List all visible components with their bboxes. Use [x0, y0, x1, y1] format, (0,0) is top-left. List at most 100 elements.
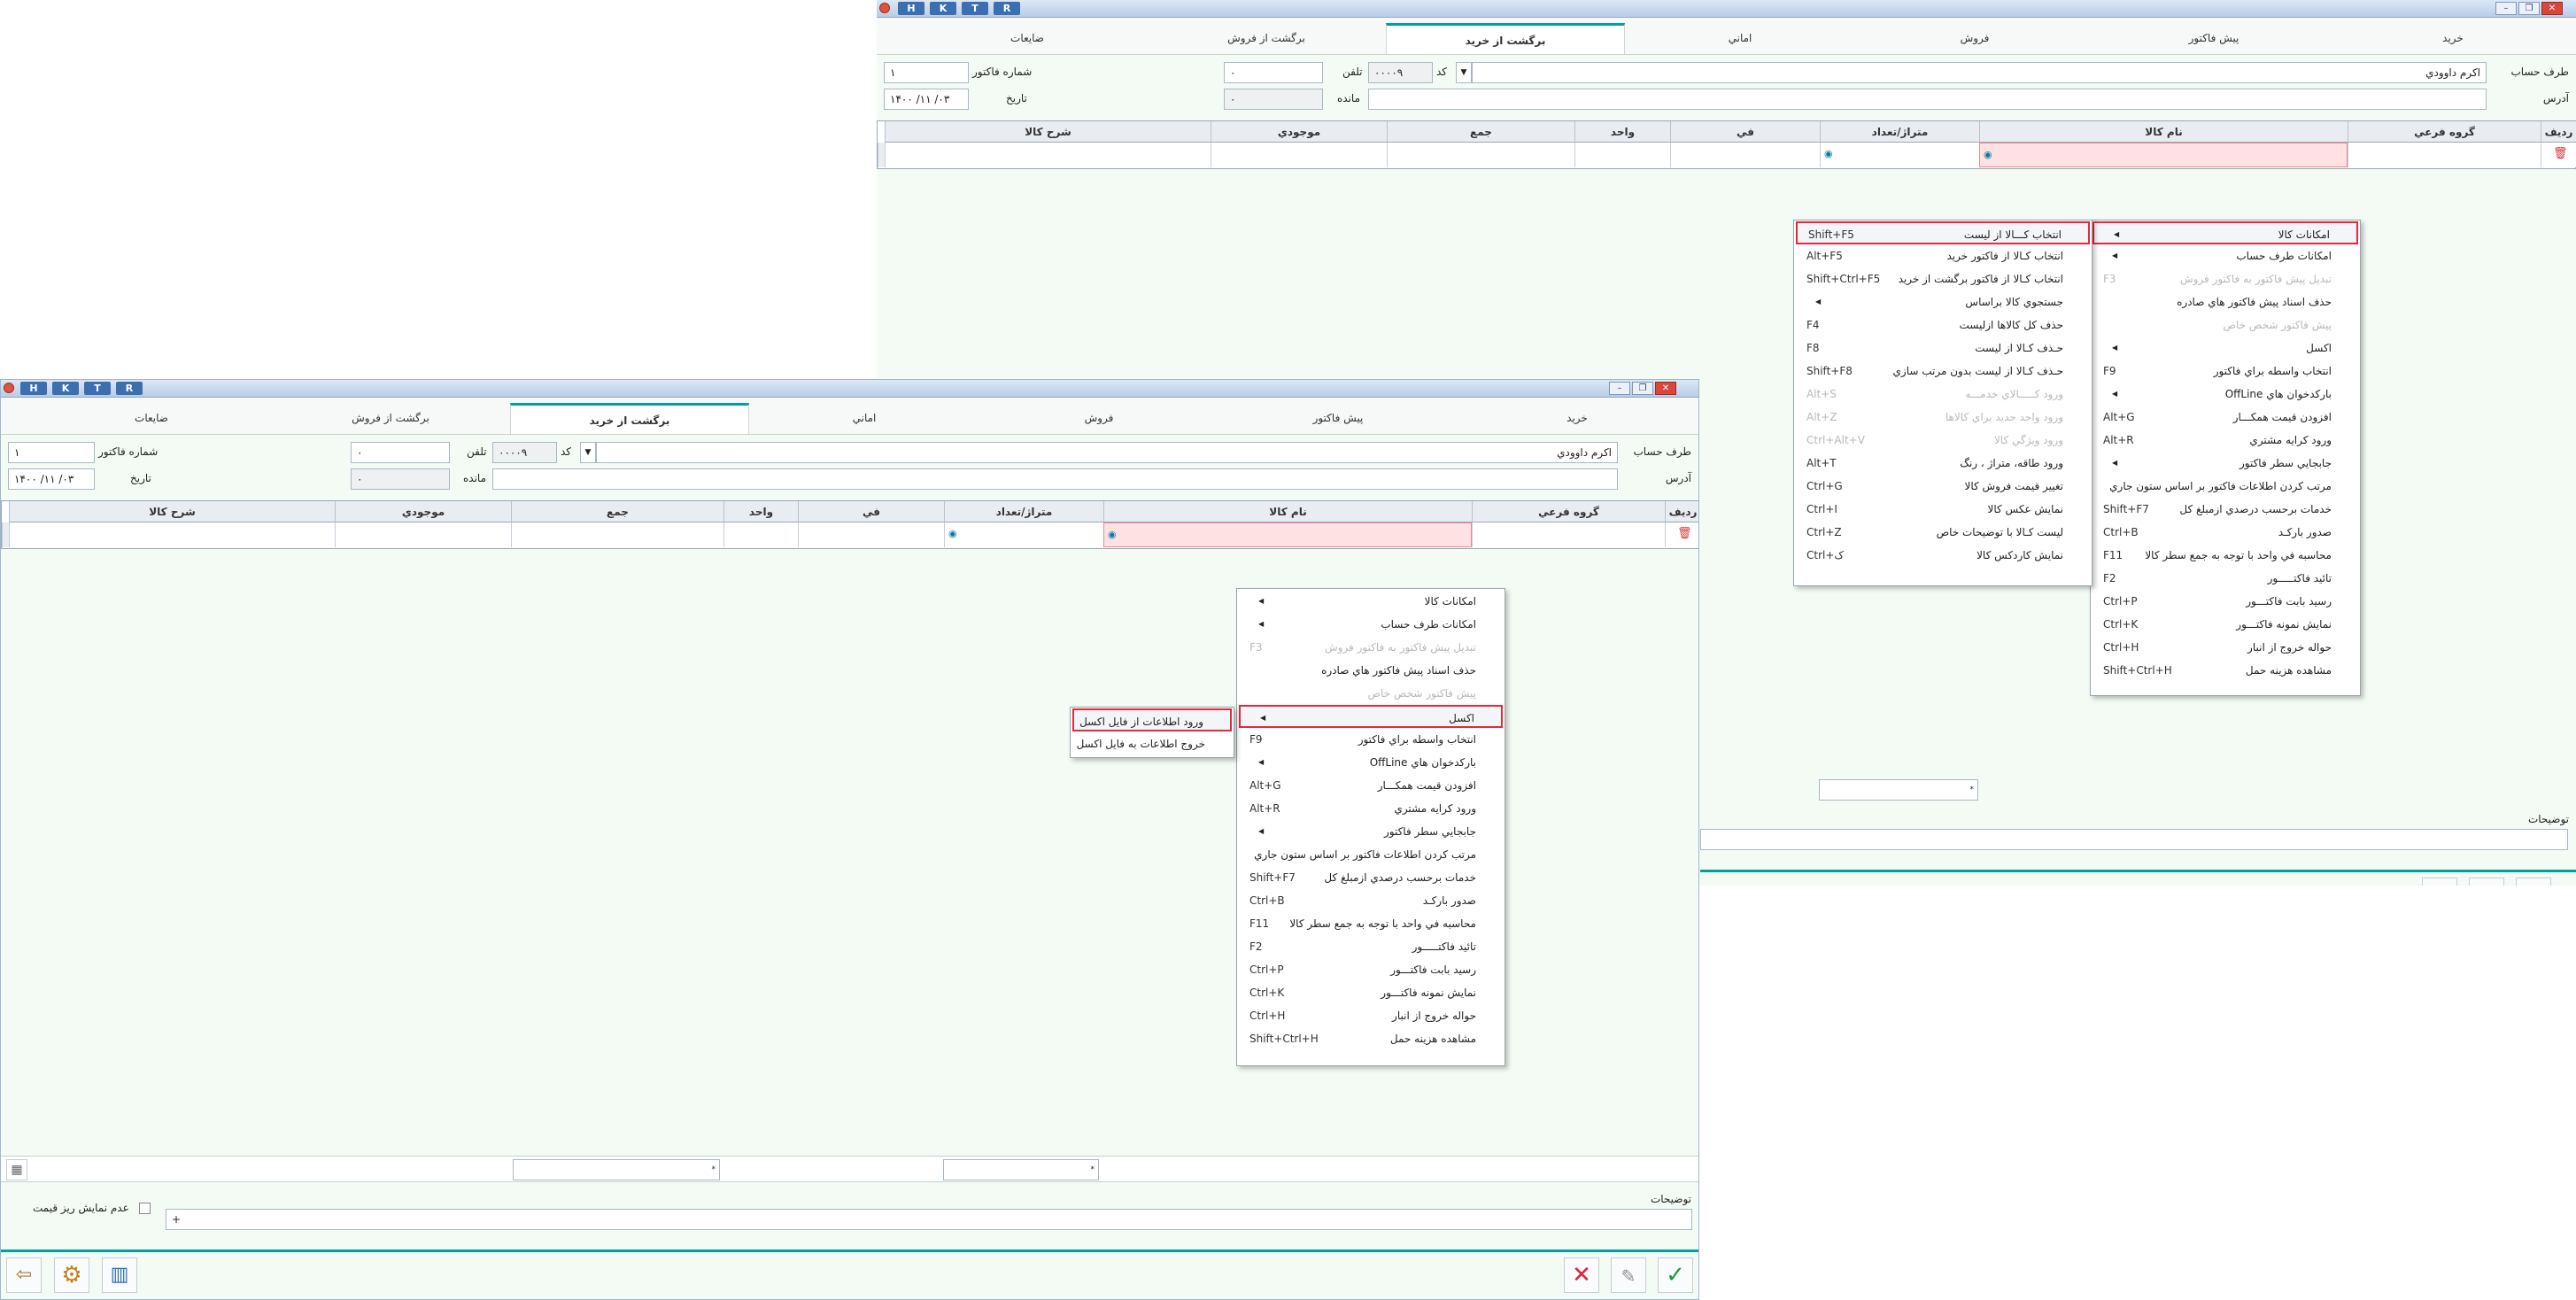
combo-box-right[interactable]: * [943, 1159, 1099, 1180]
tab-sales[interactable]: فروش [1855, 23, 2094, 54]
context-menu-item[interactable]: حذف اسناد پيش فاکتور هاي صادره [1239, 659, 1503, 682]
address-input[interactable] [492, 468, 1618, 490]
tab-sales-return[interactable]: برگشت از فروش [1147, 23, 1386, 54]
code-input[interactable]: ۰۰۰۰۹ [1368, 62, 1433, 83]
goods-menu-item[interactable]: ليست کـالا با توضيحات خاص Ctrl+Z [1796, 521, 2090, 544]
context-menu-item[interactable]: نمايش نمونه فاکتـــور Ctrl+K [2093, 613, 2358, 636]
context-menu-item[interactable]: محاسبه في واحد با توجه به جمع سطر کالا F1… [1239, 912, 1503, 935]
product-cell[interactable]: ◉ [1103, 522, 1472, 547]
context-menu-item[interactable]: اکسل ◀ [1239, 705, 1503, 728]
context-menu-item[interactable]: امکانات کالا ◀ [1239, 590, 1503, 613]
tab-proforma[interactable]: پيش فاکتور [1218, 403, 1458, 434]
minimize-icon[interactable]: – [2495, 2, 2517, 15]
combo-box-left[interactable]: * [513, 1159, 720, 1180]
goods-menu-item[interactable]: تغيير قيمت فروش کالا Ctrl+G [1796, 475, 2090, 498]
goods-menu-item[interactable]: حـذف کـالا از ليست بدون مرتب سازي Shift+F… [1796, 360, 2090, 383]
tab-purchase[interactable]: خريد [2333, 23, 2572, 54]
context-menu-item[interactable]: خدمات برحسب درصدي ازمبلغ کل Shift+F7 [1239, 866, 1503, 889]
goods-menu-item[interactable]: جستجوي کالا براساس ◀ [1796, 290, 2090, 313]
context-menu-item[interactable]: محاسبه في واحد با توجه به جمع سطر کالا F1… [2093, 544, 2358, 567]
restore-icon[interactable]: ❐ [2518, 2, 2540, 15]
tab-consignment[interactable]: اماني [1625, 23, 1855, 54]
notes-input[interactable] [1700, 829, 2568, 850]
tab-purchase-return[interactable]: برگشت از خريد [1386, 23, 1625, 54]
account-dropdown-icon[interactable]: ▼ [1456, 62, 1472, 83]
context-menu-item[interactable]: افزودن قيمت همکـــار Alt+G [2093, 406, 2358, 429]
excel-menu-item[interactable]: خروج اطلاعات به فايل اکسل [1072, 732, 1232, 755]
close-button[interactable]: ✕ [2541, 2, 2563, 15]
titlebar-button-k[interactable]: K [52, 382, 79, 395]
window-close-icon[interactable] [4, 383, 14, 393]
close-button[interactable]: ✕ [1655, 382, 1676, 395]
exit-icon[interactable]: ⇦ [6, 1257, 42, 1293]
lookup-eye-icon[interactable]: ◉ [948, 528, 957, 539]
phone-input[interactable]: ۰ [351, 442, 450, 463]
context-menu-item[interactable]: صدور بارکـد Ctrl+B [2093, 521, 2358, 544]
settings-gear-icon[interactable]: ⚙ [54, 1257, 89, 1293]
context-menu-item[interactable]: امکانات کالا ◀ [2093, 221, 2358, 244]
report-chart-icon[interactable]: ▥ [102, 1257, 137, 1293]
context-menu-item[interactable]: بارکدخوان هاي OffLine ◀ [1239, 751, 1503, 774]
excel-menu-item[interactable]: ورود اطلاعات از فايل اکسل [1072, 708, 1232, 731]
code-input[interactable]: ۰۰۰۰۹ [492, 442, 557, 463]
titlebar-button-r[interactable]: R [116, 382, 143, 395]
tab-waste[interactable]: ضايعات [32, 403, 271, 434]
context-menu-item[interactable]: نمايش نمونه فاکتـــور Ctrl+K [1239, 981, 1503, 1004]
account-dropdown-icon[interactable]: ▼ [580, 442, 596, 463]
restore-icon[interactable]: ❐ [1632, 382, 1653, 395]
context-menu-item[interactable]: خدمات برحسب درصدي ازمبلغ کل Shift+F7 [2093, 498, 2358, 521]
notes-input[interactable]: + [166, 1209, 1692, 1230]
delete-row-icon[interactable]: 🗑 [2553, 147, 2568, 160]
goods-menu-item[interactable]: حـذف کـالا از ليست F8 [1796, 337, 2090, 360]
context-menu-item[interactable]: رسيد بابت فاکتـــور Ctrl+P [1239, 958, 1503, 981]
context-menu-item[interactable]: افزودن قيمت همکـــار Alt+G [1239, 774, 1503, 797]
qty-cell[interactable]: ◉ [944, 522, 1103, 547]
tab-sales-return[interactable]: برگشت از فروش [271, 403, 510, 434]
lookup-eye-icon[interactable]: ◉ [1108, 529, 1117, 540]
date-input[interactable]: ۱۴۰۰ /۱۱ /۰۳ [884, 89, 969, 110]
context-menu-item[interactable]: امکانات طرف حساب ◀ [1239, 613, 1503, 636]
context-menu-item[interactable]: انتخاب واسطه براي فاکتور F9 [1239, 728, 1503, 751]
edit-button[interactable]: ✎ [2469, 878, 2504, 886]
subgroup-cell[interactable] [1472, 522, 1665, 547]
address-input[interactable] [1368, 89, 2487, 110]
minimize-icon[interactable]: – [1609, 382, 1630, 395]
context-menu-item[interactable]: رسيد بابت فاکتـــور Ctrl+P [2093, 590, 2358, 613]
tab-consignment[interactable]: اماني [749, 403, 979, 434]
titlebar-button-h[interactable]: H [898, 2, 924, 15]
row-delete-cell[interactable]: 🗑 [2541, 143, 2576, 167]
cancel-button[interactable]: ✕ [2422, 878, 2457, 886]
context-menu-item[interactable]: بارکدخوان هاي OffLine ◀ [2093, 383, 2358, 406]
context-menu-item[interactable]: مشاهده هزينه حمل Shift+Ctrl+H [1239, 1027, 1503, 1050]
lookup-eye-icon[interactable]: ◉ [1824, 148, 1833, 159]
context-menu-item[interactable]: حواله خروج از انبار Ctrl+H [1239, 1004, 1503, 1027]
goods-menu-item[interactable]: انتخاب کـالا از فاکتور برگشت از خريد Shif… [1796, 267, 2090, 290]
subgroup-cell[interactable] [2348, 143, 2541, 167]
titlebar-button-r[interactable]: R [994, 2, 1020, 15]
context-menu-item[interactable]: اکسل ◀ [2093, 337, 2358, 360]
confirm-button[interactable]: ✓ [2516, 878, 2551, 886]
tab-sales[interactable]: فروش [979, 403, 1218, 434]
hide-price-checkbox[interactable] [139, 1203, 151, 1214]
desc-cell[interactable] [885, 143, 1211, 167]
calculator-icon[interactable]: ▦ [6, 1159, 27, 1180]
goods-menu-item[interactable]: ورود طاقه، متراژ ، رنگ Alt+T [1796, 452, 2090, 475]
unit-cell[interactable] [723, 522, 798, 547]
context-menu-item[interactable]: حذف اسناد پيش فاکتور هاي صادره [2093, 290, 2358, 313]
unit-cell[interactable] [1574, 143, 1670, 167]
qty-cell[interactable]: ◉ [1820, 143, 1979, 167]
context-menu-item[interactable]: جابجايي سطر فاکتور ◀ [2093, 452, 2358, 475]
window-close-icon[interactable] [879, 3, 890, 13]
row-delete-cell[interactable]: 🗑 [1665, 522, 1698, 547]
product-cell[interactable]: ◉ [1979, 143, 2348, 167]
context-menu-item[interactable]: انتخاب واسطه براي فاکتور F9 [2093, 360, 2358, 383]
context-menu-item[interactable]: مشاهده هزينه حمل Shift+Ctrl+H [2093, 659, 2358, 682]
tab-purchase-return[interactable]: برگشت از خريد [510, 403, 749, 434]
cancel-button[interactable]: ✕ [1564, 1257, 1599, 1293]
context-menu-item[interactable]: مرتب کردن اطلاعات فاکتور بر اساس ستون جا… [1239, 843, 1503, 866]
tab-purchase[interactable]: خريد [1458, 403, 1697, 434]
goods-menu-item[interactable]: نمايش عکس کالا Ctrl+I [1796, 498, 2090, 521]
price-cell[interactable] [798, 522, 944, 547]
titlebar-button-h[interactable]: H [20, 382, 47, 395]
context-menu-item[interactable]: ورود کرايه مشتري Alt+R [1239, 797, 1503, 820]
